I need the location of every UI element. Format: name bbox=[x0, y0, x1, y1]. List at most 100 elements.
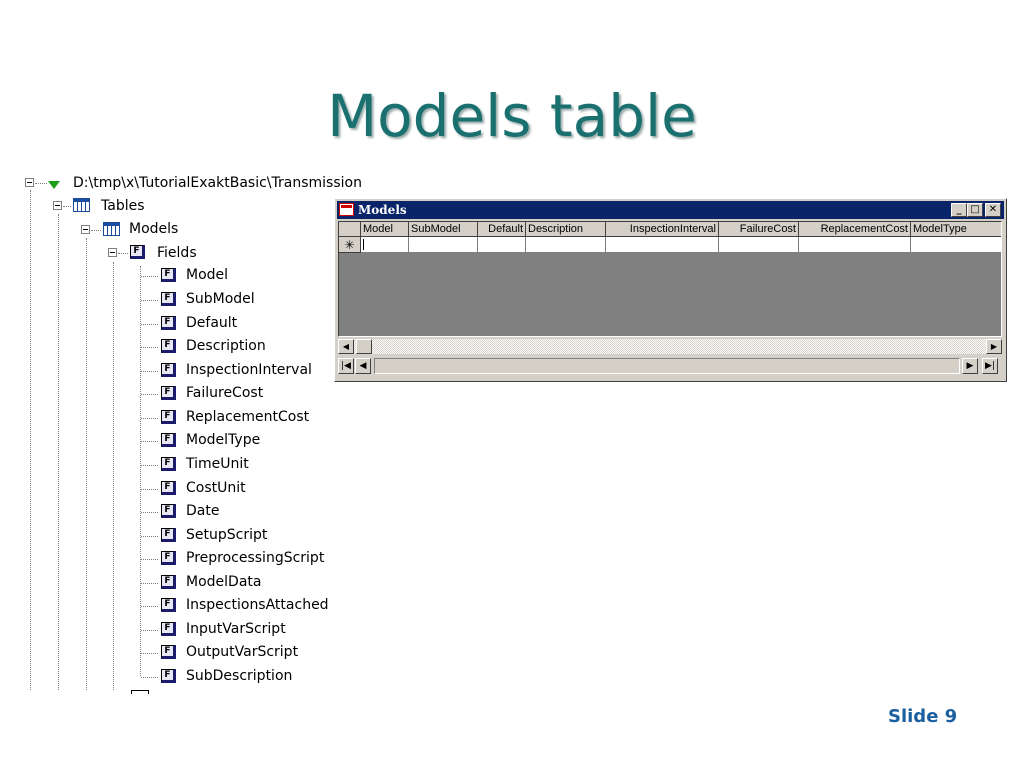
slide-number: Slide 9 bbox=[888, 706, 958, 727]
tree-field-item[interactable]: SetupScript bbox=[186, 526, 267, 544]
scroll-thumb[interactable] bbox=[356, 339, 372, 354]
tree-field-item[interactable]: Date bbox=[186, 502, 219, 520]
table-cell[interactable] bbox=[478, 237, 526, 253]
tree-connector bbox=[141, 418, 158, 419]
field-icon: F bbox=[161, 504, 176, 518]
column-header[interactable]: InspectionInterval bbox=[606, 222, 719, 237]
record-navigation-bar: |◀ ◀ ▶ ▶| bbox=[338, 357, 1002, 375]
tree-connector bbox=[141, 489, 158, 490]
tree-field-item[interactable]: SubModel bbox=[186, 290, 255, 308]
field-icon: F bbox=[161, 575, 176, 589]
tree-connector bbox=[141, 371, 158, 372]
table-icon bbox=[73, 198, 90, 212]
collapse-icon[interactable] bbox=[53, 201, 62, 210]
field-icon: F bbox=[161, 433, 176, 447]
tree-connector bbox=[141, 465, 158, 466]
column-header[interactable]: ModelType bbox=[911, 222, 1001, 237]
close-button[interactable]: ✕ bbox=[985, 203, 1001, 217]
tree-fields-label[interactable]: Fields bbox=[157, 244, 197, 262]
record-position-field[interactable] bbox=[374, 358, 960, 374]
models-window: Models _ □ ✕ Model SubModel Default Desc… bbox=[334, 198, 1007, 382]
tree-connector bbox=[141, 347, 158, 348]
partial-node-icon bbox=[131, 690, 149, 694]
column-header[interactable]: Description bbox=[526, 222, 606, 237]
tree-connector bbox=[58, 214, 59, 690]
tree-connector bbox=[141, 394, 158, 395]
table-cell[interactable] bbox=[911, 237, 1001, 253]
table-cell[interactable] bbox=[719, 237, 799, 253]
tree-field-item[interactable]: ReplacementCost bbox=[186, 408, 309, 426]
last-record-button[interactable]: ▶| bbox=[982, 358, 998, 374]
collapse-icon[interactable] bbox=[108, 248, 117, 257]
tree-connector bbox=[141, 583, 158, 584]
datasheet-grid[interactable]: Model SubModel Default Description Inspe… bbox=[338, 221, 1002, 337]
field-icon: F bbox=[161, 292, 176, 306]
tree-field-item[interactable]: InspectionInterval bbox=[186, 361, 312, 379]
tree-field-item[interactable]: InputVarScript bbox=[186, 620, 286, 638]
tree-connector bbox=[141, 677, 158, 678]
field-icon: F bbox=[161, 669, 176, 683]
tree-connector bbox=[141, 441, 158, 442]
tree-connector bbox=[35, 183, 47, 184]
tree-connector bbox=[86, 238, 87, 690]
scroll-right-button[interactable]: ▶ bbox=[986, 339, 1002, 354]
field-icon: F bbox=[161, 481, 176, 495]
tree-models-label[interactable]: Models bbox=[129, 220, 178, 238]
column-header[interactable]: Model bbox=[361, 222, 409, 237]
window-titlebar[interactable]: Models _ □ ✕ bbox=[337, 201, 1004, 219]
field-icon: F bbox=[161, 386, 176, 400]
column-header[interactable]: ReplacementCost bbox=[799, 222, 911, 237]
datasheet-icon bbox=[339, 203, 354, 216]
tree-field-item[interactable]: ModelType bbox=[186, 431, 260, 449]
tree-connector bbox=[140, 266, 141, 676]
field-icon: F bbox=[161, 645, 176, 659]
scroll-left-button[interactable]: ◀ bbox=[338, 339, 354, 354]
collapse-icon[interactable] bbox=[81, 225, 90, 234]
field-icon: F bbox=[161, 316, 176, 330]
tree-field-item[interactable]: Default bbox=[186, 314, 237, 332]
horizontal-scrollbar[interactable]: ◀ ▶ bbox=[338, 339, 1002, 354]
maximize-button[interactable]: □ bbox=[967, 203, 983, 217]
minimize-button[interactable]: _ bbox=[951, 203, 967, 217]
row-selector-header[interactable] bbox=[339, 222, 361, 237]
table-cell[interactable] bbox=[361, 237, 409, 253]
tree-connector bbox=[141, 630, 158, 631]
tree-connector bbox=[113, 262, 114, 690]
previous-record-button[interactable]: ◀ bbox=[355, 358, 371, 374]
field-icon: F bbox=[161, 457, 176, 471]
tree-connector bbox=[141, 276, 158, 277]
field-icon: F bbox=[161, 410, 176, 424]
tree-connector bbox=[141, 559, 158, 560]
tree-field-item[interactable]: Model bbox=[186, 266, 228, 284]
tree-field-item[interactable]: PreprocessingScript bbox=[186, 549, 324, 567]
field-icon: F bbox=[161, 598, 176, 612]
tree-field-item[interactable]: CostUnit bbox=[186, 479, 246, 497]
tree-field-item[interactable]: InspectionsAttached bbox=[186, 596, 329, 614]
column-header[interactable]: Default bbox=[478, 222, 526, 237]
tree-field-item[interactable]: ModelData bbox=[186, 573, 261, 591]
tree-connector bbox=[141, 300, 158, 301]
table-cell[interactable] bbox=[606, 237, 719, 253]
tree-field-item[interactable]: TimeUnit bbox=[186, 455, 249, 473]
column-header[interactable]: FailureCost bbox=[719, 222, 799, 237]
next-record-button[interactable]: ▶ bbox=[962, 358, 978, 374]
table-cell[interactable] bbox=[526, 237, 606, 253]
field-icon: F bbox=[161, 268, 176, 282]
column-header[interactable]: SubModel bbox=[409, 222, 478, 237]
tree-connector bbox=[141, 536, 158, 537]
tree-connector bbox=[91, 230, 101, 231]
tree-field-item[interactable]: SubDescription bbox=[186, 667, 292, 685]
field-icon: F bbox=[130, 245, 145, 259]
new-row-marker[interactable]: ✳ bbox=[339, 237, 361, 253]
table-cell[interactable] bbox=[799, 237, 911, 253]
tree-connector bbox=[141, 606, 158, 607]
table-cell[interactable] bbox=[409, 237, 478, 253]
collapse-icon[interactable] bbox=[25, 178, 34, 187]
tree-root-label[interactable]: D:\tmp\x\TutorialExaktBasic\Transmission bbox=[73, 174, 362, 192]
field-icon: F bbox=[161, 528, 176, 542]
tree-field-item[interactable]: Description bbox=[186, 337, 266, 355]
tree-field-item[interactable]: FailureCost bbox=[186, 384, 263, 402]
first-record-button[interactable]: |◀ bbox=[338, 358, 354, 374]
tree-tables-label[interactable]: Tables bbox=[101, 197, 145, 215]
tree-field-item[interactable]: OutputVarScript bbox=[186, 643, 298, 661]
